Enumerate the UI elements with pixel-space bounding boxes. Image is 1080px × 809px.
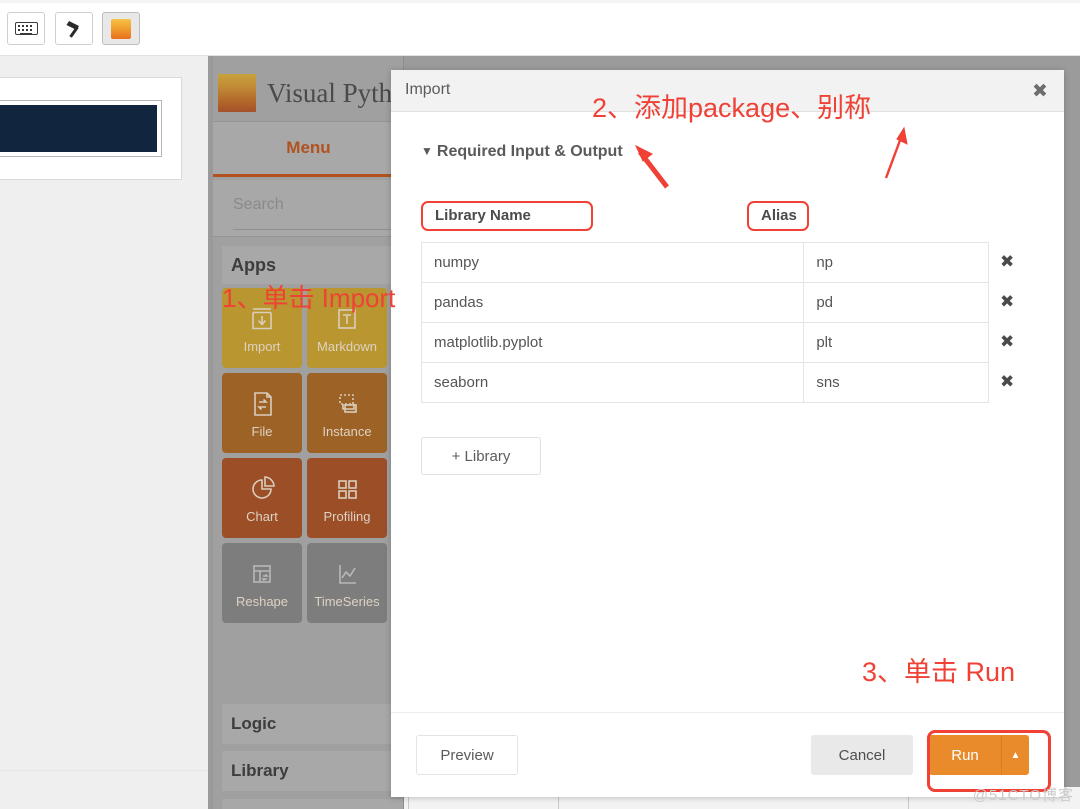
instance-icon — [339, 394, 357, 413]
close-icon[interactable]: ✖ — [1028, 79, 1052, 103]
hammer-tools-button[interactable] — [55, 12, 93, 45]
app-tile-label: File — [251, 424, 273, 439]
table-body: numpy np ✖ pandas pd ✖ matplotlib.pyplot… — [421, 242, 1014, 403]
sidebar-item-logic[interactable]: Logic — [222, 704, 403, 744]
app-tile-file[interactable]: File — [222, 373, 302, 453]
app-tile-timeseries[interactable]: TimeSeries — [307, 543, 387, 623]
app-tile-label: Reshape — [235, 594, 289, 609]
delete-row-icon[interactable]: ✖ — [1000, 373, 1014, 390]
column-header-alias: Alias — [747, 200, 809, 231]
pie-chart-icon — [252, 476, 275, 499]
add-library-button[interactable]: + Library — [421, 437, 541, 475]
library-name-input[interactable]: matplotlib.pyplot — [422, 323, 805, 362]
alias-input[interactable]: sns — [804, 363, 988, 402]
alias-input[interactable]: pd — [804, 283, 988, 322]
app-tile-label: Instance — [322, 424, 372, 439]
line-chart-icon — [339, 565, 356, 584]
library-name-input[interactable]: seaborn — [422, 363, 805, 402]
annotation-step-1: 1、单击 Import — [222, 283, 396, 313]
code-cell-fill — [0, 105, 157, 152]
table-row[interactable]: pandas pd ✖ — [422, 283, 1014, 323]
column-header-library-name: Library Name — [421, 200, 593, 231]
search-input[interactable]: Search — [213, 180, 403, 237]
search-underline — [233, 229, 393, 230]
left-background-divider — [0, 770, 208, 771]
sidebar-brand: Visual Pyth — [218, 65, 392, 121]
watermark: @51CTO博客 — [972, 787, 1074, 804]
app-tile-label: TimeSeries — [314, 594, 380, 609]
library-table: Library Name Alias numpy np ✖ pandas pd … — [421, 199, 1019, 403]
sidebar-item-library[interactable]: Library — [222, 751, 403, 791]
app-tile-label: Profiling — [323, 509, 371, 524]
tab-menu[interactable]: Menu — [213, 121, 403, 177]
table-row[interactable]: numpy np ✖ — [422, 243, 1014, 283]
table-header-row: Library Name Alias — [421, 199, 1019, 232]
library-name-input[interactable]: pandas — [422, 283, 805, 322]
annotation-highlight-run — [927, 730, 1051, 792]
delete-row-icon[interactable]: ✖ — [1000, 293, 1014, 310]
apps-grid-row: Reshape TimeSeries — [222, 543, 403, 623]
keyboard-icon — [14, 22, 38, 35]
apps-section-label: Apps — [231, 254, 276, 275]
app-tile-label: Markdown — [317, 339, 377, 354]
delete-row-icon[interactable]: ✖ — [1000, 253, 1014, 270]
delete-row-icon[interactable]: ✖ — [1000, 333, 1014, 350]
sidebar-item-label: Library — [231, 761, 289, 780]
keyboard-shortcuts-button[interactable] — [7, 12, 45, 45]
table-row[interactable]: matplotlib.pyplot plt ✖ — [422, 323, 1014, 363]
apps-grid-row: File Instance — [222, 373, 403, 453]
search-placeholder: Search — [233, 196, 284, 213]
notebook-right-strip — [1064, 80, 1080, 809]
sidebar-item-label: Logic — [231, 714, 277, 733]
app-tile-label: Chart — [246, 509, 278, 524]
chevron-down-icon: ▼ — [421, 144, 433, 158]
apps-grid-row: Chart Profiling — [222, 458, 403, 538]
hammer-icon — [66, 20, 79, 38]
preview-button[interactable]: Preview — [416, 735, 518, 775]
tab-menu-label: Menu — [286, 138, 331, 157]
alias-input[interactable]: np — [804, 243, 988, 282]
visual-python-sidebar: Visual Pyth Menu Search Apps Import Mark… — [208, 56, 404, 809]
cancel-button[interactable]: Cancel — [811, 735, 913, 775]
sidebar-item-data-analysis[interactable]: Data Analysis — [222, 799, 403, 809]
notebook-toolbar — [0, 0, 1080, 56]
reshape-table-icon — [253, 565, 271, 583]
accordion-required-input-output[interactable]: ▼ Required Input & Output — [421, 143, 623, 161]
screen-root: n . w. Visual Pyth Menu Search Apps — [0, 0, 1080, 809]
notebook-code-cell[interactable] — [0, 100, 162, 157]
dialog-title: Import — [405, 81, 451, 98]
app-title: Visual Pyth — [267, 77, 393, 108]
four-squares-icon — [338, 480, 357, 499]
app-tile-label: Import — [243, 339, 281, 354]
library-name-input[interactable]: numpy — [422, 243, 805, 282]
app-tile-chart[interactable]: Chart — [222, 458, 302, 538]
table-row[interactable]: seaborn sns ✖ — [422, 363, 1014, 403]
app-tile-reshape[interactable]: Reshape — [222, 543, 302, 623]
file-exchange-icon — [254, 392, 272, 416]
app-tile-profiling[interactable]: Profiling — [307, 458, 387, 538]
app-tile-instance[interactable]: Instance — [307, 373, 387, 453]
annotation-step-3: 3、单击 Run — [862, 657, 1016, 687]
visual-python-toggle-button[interactable] — [102, 12, 140, 45]
annotation-step-2: 2、添加package、别称 — [592, 93, 872, 123]
orange-square-icon — [111, 18, 131, 39]
alias-input[interactable]: plt — [804, 323, 988, 362]
visual-python-logo-icon — [218, 74, 256, 112]
accordion-label: Required Input & Output — [436, 143, 623, 160]
toolbar-top-line — [0, 0, 1080, 3]
apps-grid: Import Markdown File Instance Chart Prof… — [222, 288, 403, 628]
